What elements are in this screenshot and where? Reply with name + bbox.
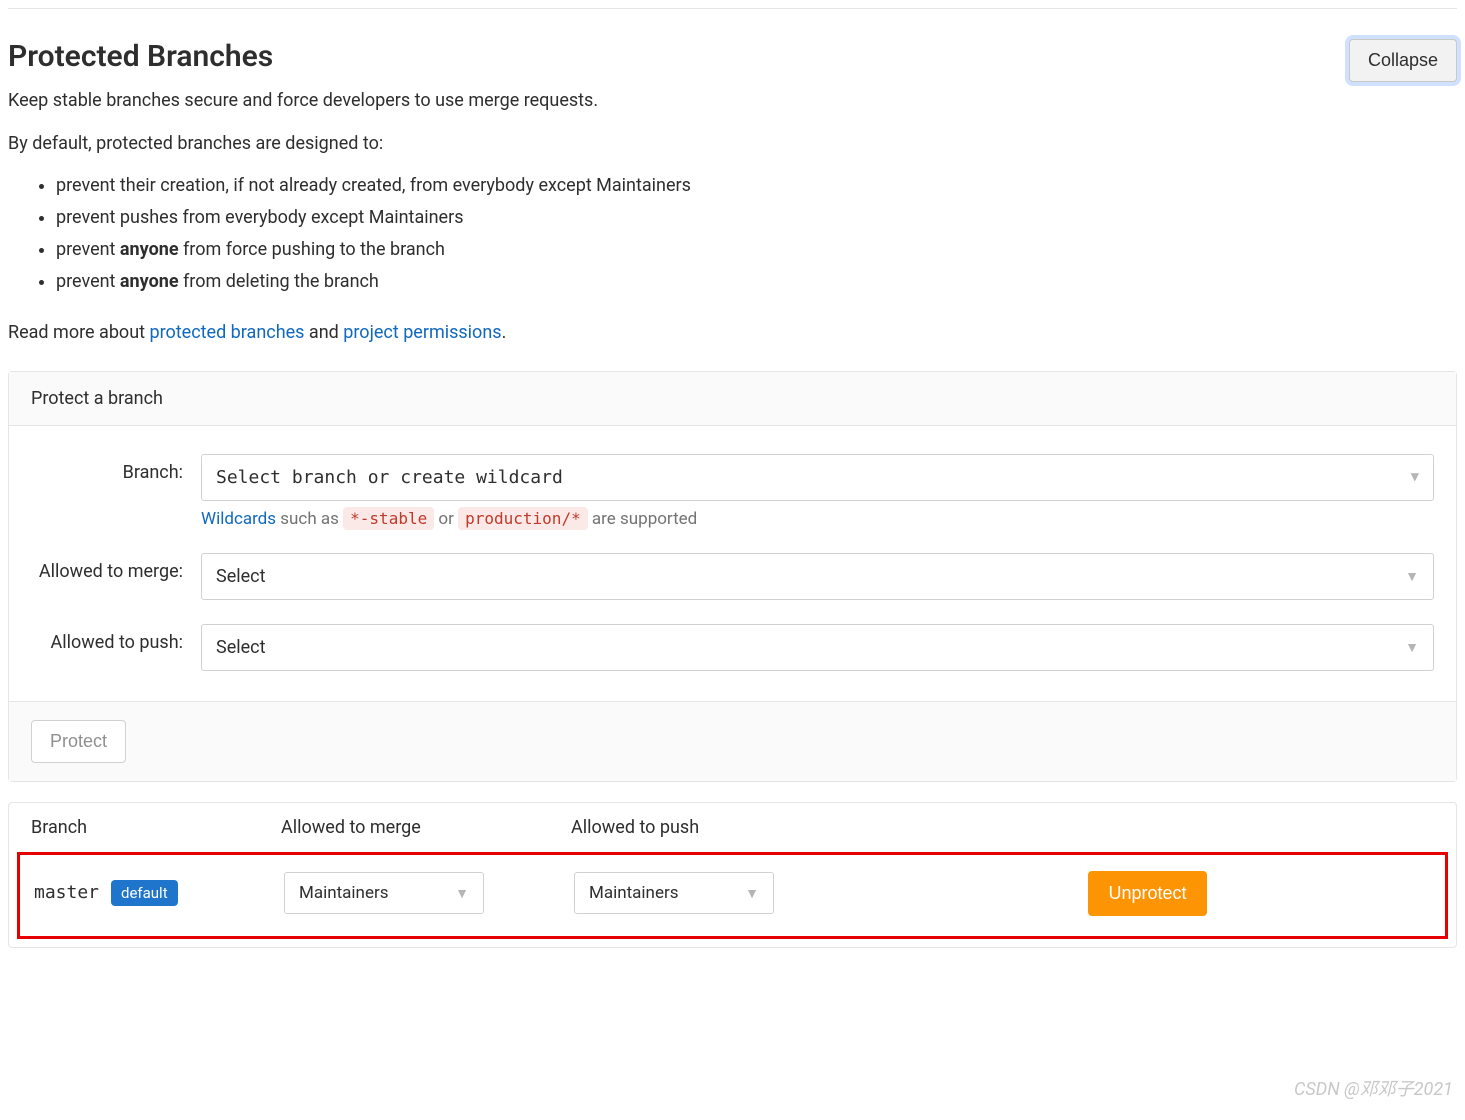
code-chip: production/*: [458, 507, 588, 530]
protected-branch-table: Branch Allowed to merge Allowed to push …: [8, 802, 1457, 948]
row-merge-value: Maintainers: [299, 883, 389, 903]
chevron-down-icon: ▼: [1405, 639, 1419, 656]
col-header-merge: Allowed to merge: [281, 817, 571, 838]
branch-name: master: [34, 882, 99, 903]
chevron-down-icon: ▼: [1405, 568, 1419, 585]
protect-button[interactable]: Protect: [31, 720, 126, 763]
collapse-button[interactable]: Collapse: [1349, 39, 1457, 82]
chevron-down-icon: ▼: [455, 885, 469, 902]
default-badge: default: [111, 880, 178, 906]
branch-select-value: Select branch or create wildcard: [216, 467, 563, 488]
wildcards-link[interactable]: Wildcards: [201, 509, 276, 529]
row-push-select[interactable]: Maintainers ▼: [574, 872, 774, 914]
list-item: prevent anyone from deleting the branch: [56, 268, 1457, 296]
readmore-text: Read more about protected branches and p…: [8, 322, 1457, 343]
bullet-list: prevent their creation, if not already c…: [8, 172, 1457, 296]
page-title: Protected Branches: [8, 39, 273, 74]
col-header-push: Allowed to push: [571, 817, 861, 838]
row-push-value: Maintainers: [589, 883, 679, 903]
allowed-merge-label: Allowed to merge:: [31, 553, 201, 582]
list-item: prevent anyone from force pushing to the…: [56, 236, 1457, 264]
branch-label: Branch:: [31, 454, 201, 483]
chevron-down-icon: ▼: [745, 885, 759, 902]
intro-text: By default, protected branches are desig…: [8, 133, 1457, 154]
unprotect-button[interactable]: Unprotect: [1088, 871, 1206, 916]
allowed-push-select[interactable]: Select ▼: [201, 624, 1434, 671]
table-row: master default Maintainers ▼ Maintainers…: [17, 852, 1448, 939]
protected-branches-link[interactable]: protected branches: [149, 322, 304, 343]
list-item: prevent pushes from everybody except Mai…: [56, 204, 1457, 232]
wildcard-hint: Wildcards such as *-stable or production…: [201, 509, 1434, 529]
list-item: prevent their creation, if not already c…: [56, 172, 1457, 200]
allowed-merge-value: Select: [216, 566, 265, 587]
allowed-push-label: Allowed to push:: [31, 624, 201, 653]
protect-branch-panel: Protect a branch Branch: Select branch o…: [8, 371, 1457, 782]
col-header-branch: Branch: [31, 817, 281, 838]
allowed-merge-select[interactable]: Select ▼: [201, 553, 1434, 600]
allowed-push-value: Select: [216, 637, 265, 658]
code-chip: *-stable: [343, 507, 434, 530]
row-merge-select[interactable]: Maintainers ▼: [284, 872, 484, 914]
description-text: Keep stable branches secure and force de…: [8, 90, 1457, 111]
branch-select[interactable]: Select branch or create wildcard ▼: [201, 454, 1434, 501]
panel-header: Protect a branch: [9, 372, 1456, 426]
project-permissions-link[interactable]: project permissions: [343, 322, 501, 343]
watermark: CSDN @邓邓子2021: [1294, 1075, 1453, 1101]
chevron-down-icon: ▼: [1411, 469, 1419, 485]
